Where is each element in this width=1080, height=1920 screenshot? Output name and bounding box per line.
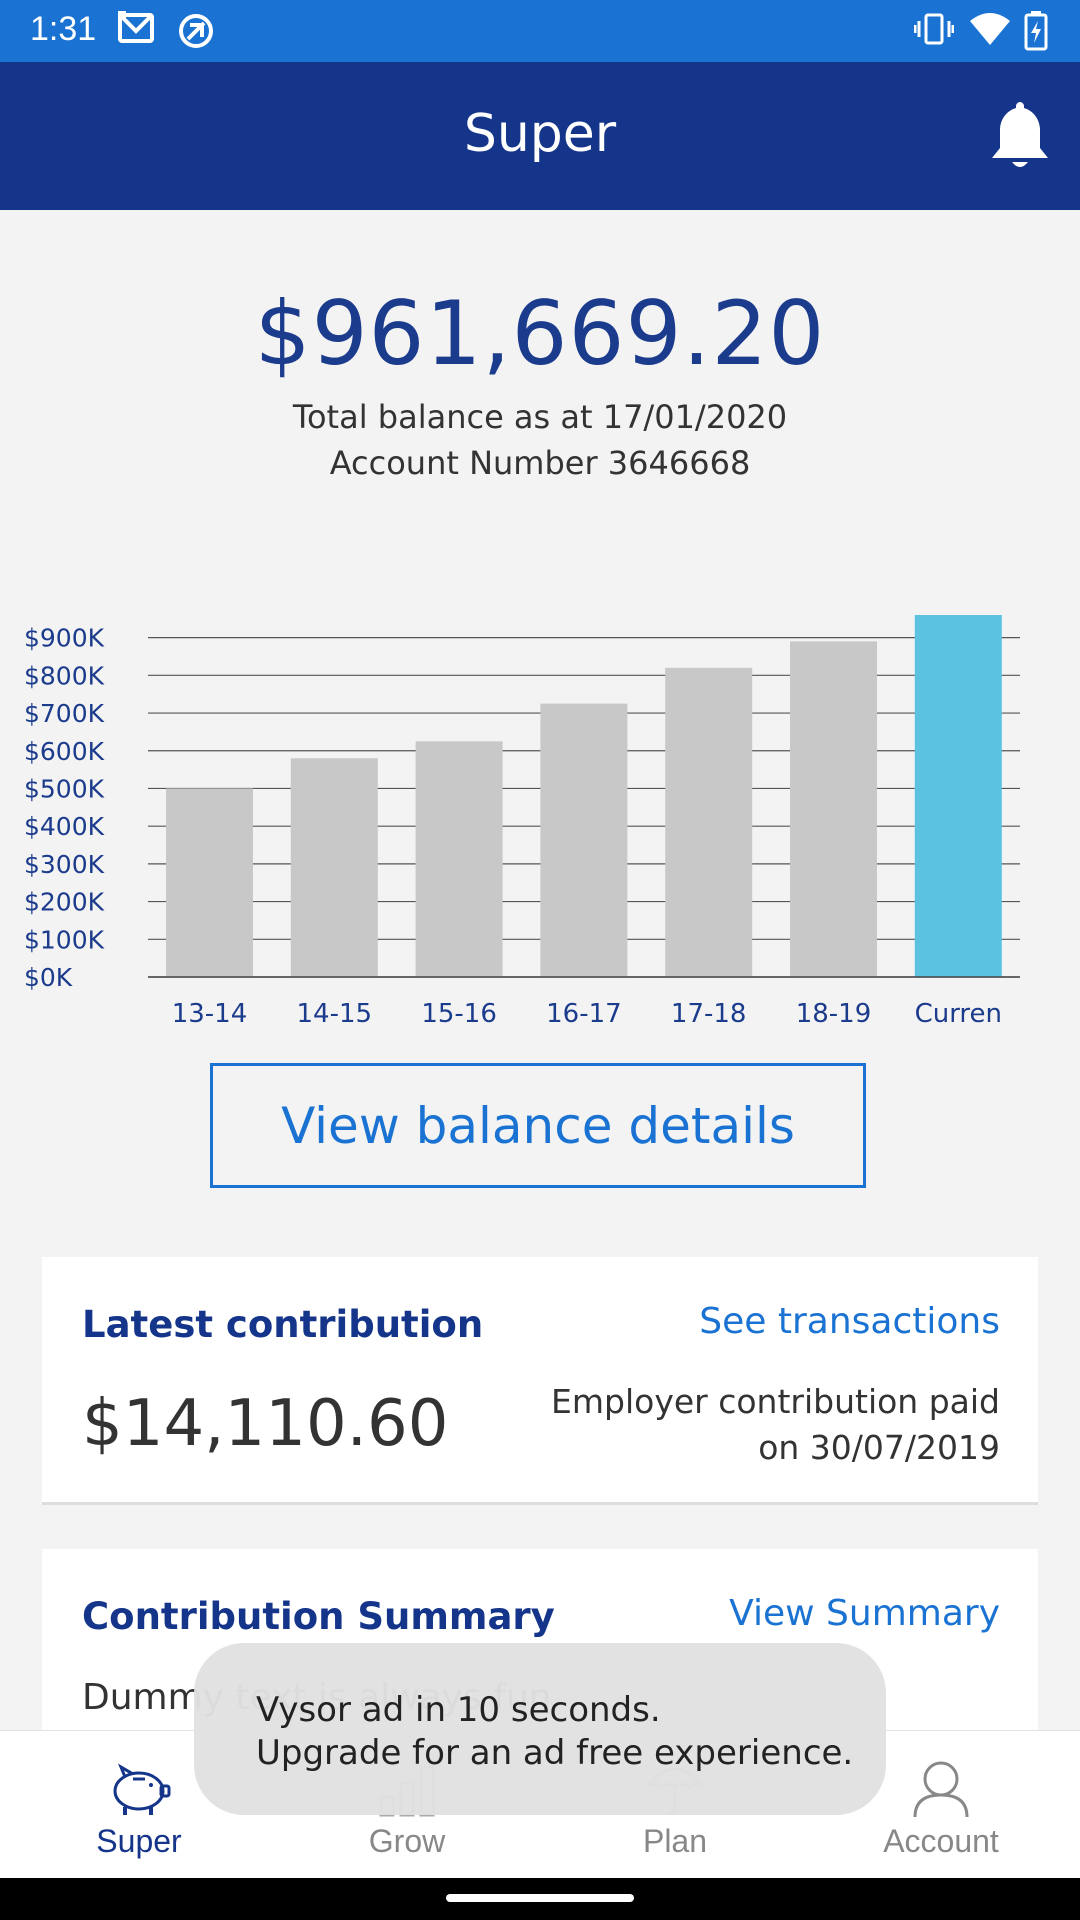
contribution-description: Employer contribution paid on 30/07/2019 [551, 1379, 1000, 1471]
x-tick-label: 16-17 [546, 999, 622, 1029]
total-balance-amount: $961,669.20 [254, 282, 826, 385]
y-tick-label: $400K [24, 812, 105, 841]
gmail-icon [118, 11, 158, 51]
page-title: Super [463, 104, 617, 164]
status-time: 1:31 [30, 10, 97, 48]
person-icon [909, 1759, 973, 1821]
latest-contribution-card: Latest contribution See transactions $14… [42, 1257, 1038, 1505]
battery-charging-icon [1024, 11, 1048, 55]
x-tick-label: 17-18 [671, 999, 747, 1029]
x-tick-label: 14-15 [297, 999, 373, 1029]
y-tick-label: $900K [24, 624, 105, 653]
x-tick-label: Curren [915, 999, 1002, 1029]
y-tick-label: $700K [24, 699, 105, 728]
x-tick-label: 18-19 [796, 999, 872, 1029]
sync-icon [176, 11, 216, 55]
nav-label-plan: Plan [642, 1823, 708, 1859]
nav-label-account: Account [883, 1823, 999, 1859]
vysor-ad-toast: Vysor ad in 10 seconds. Upgrade for an a… [194, 1643, 886, 1815]
x-tick-label: 13-14 [172, 999, 248, 1029]
status-bar: 1:31 [0, 0, 1080, 62]
y-tick-label: $800K [24, 661, 105, 690]
latest-contribution-amount: $14,110.60 [82, 1387, 449, 1461]
y-tick-label: $0K [24, 963, 73, 992]
account-number: Account Number 3646668 [329, 444, 751, 482]
nav-label-grow: Grow [368, 1823, 446, 1859]
view-summary-link[interactable]: View Summary [729, 1593, 1000, 1634]
chart-bar [166, 788, 253, 977]
toast-line-2: Upgrade for an ad free experience. [256, 1733, 854, 1773]
chart-bar [540, 703, 628, 977]
view-balance-details-button[interactable]: View balance details [210, 1063, 866, 1188]
contribution-summary-title: Contribution Summary [82, 1595, 555, 1638]
bell-icon[interactable] [990, 98, 1050, 178]
y-tick-label: $600K [24, 737, 105, 766]
piggy-bank-icon [107, 1759, 171, 1821]
chart-bar [290, 758, 378, 977]
balance-date: Total balance as at 17/01/2020 [292, 398, 788, 436]
contribution-date: on 30/07/2019 [758, 1428, 1000, 1467]
contribution-type: Employer contribution paid [551, 1382, 1000, 1421]
y-tick-label: $200K [24, 888, 105, 917]
app-header: Super [0, 62, 1080, 210]
y-tick-label: $100K [24, 925, 105, 954]
see-transactions-link[interactable]: See transactions [699, 1301, 1000, 1342]
toast-line-1: Vysor ad in 10 seconds. [256, 1690, 661, 1730]
chart-bar [914, 615, 1002, 977]
balance-history-chart-svg: $0K $100K $200K $300K $400K $500K $600K $700K $8… [24, 615, 1020, 1029]
balance-history-chart: $0K $100K $200K $300K $400K $500K $600K $700K $8… [0, 560, 1080, 1040]
nav-label-super: Super [96, 1823, 182, 1859]
latest-contribution-title: Latest contribution [82, 1303, 484, 1346]
home-gesture-handle[interactable] [446, 1894, 634, 1902]
wifi-icon [968, 11, 1012, 51]
chart-bar [790, 641, 877, 977]
vibrate-icon [913, 11, 955, 51]
y-tick-label: $500K [24, 774, 105, 803]
system-navigation-bar [0, 1878, 1080, 1920]
chart-bar [665, 667, 753, 977]
x-tick-label: 15-16 [421, 999, 497, 1029]
y-tick-label: $300K [24, 850, 105, 879]
chart-bar [415, 741, 503, 977]
